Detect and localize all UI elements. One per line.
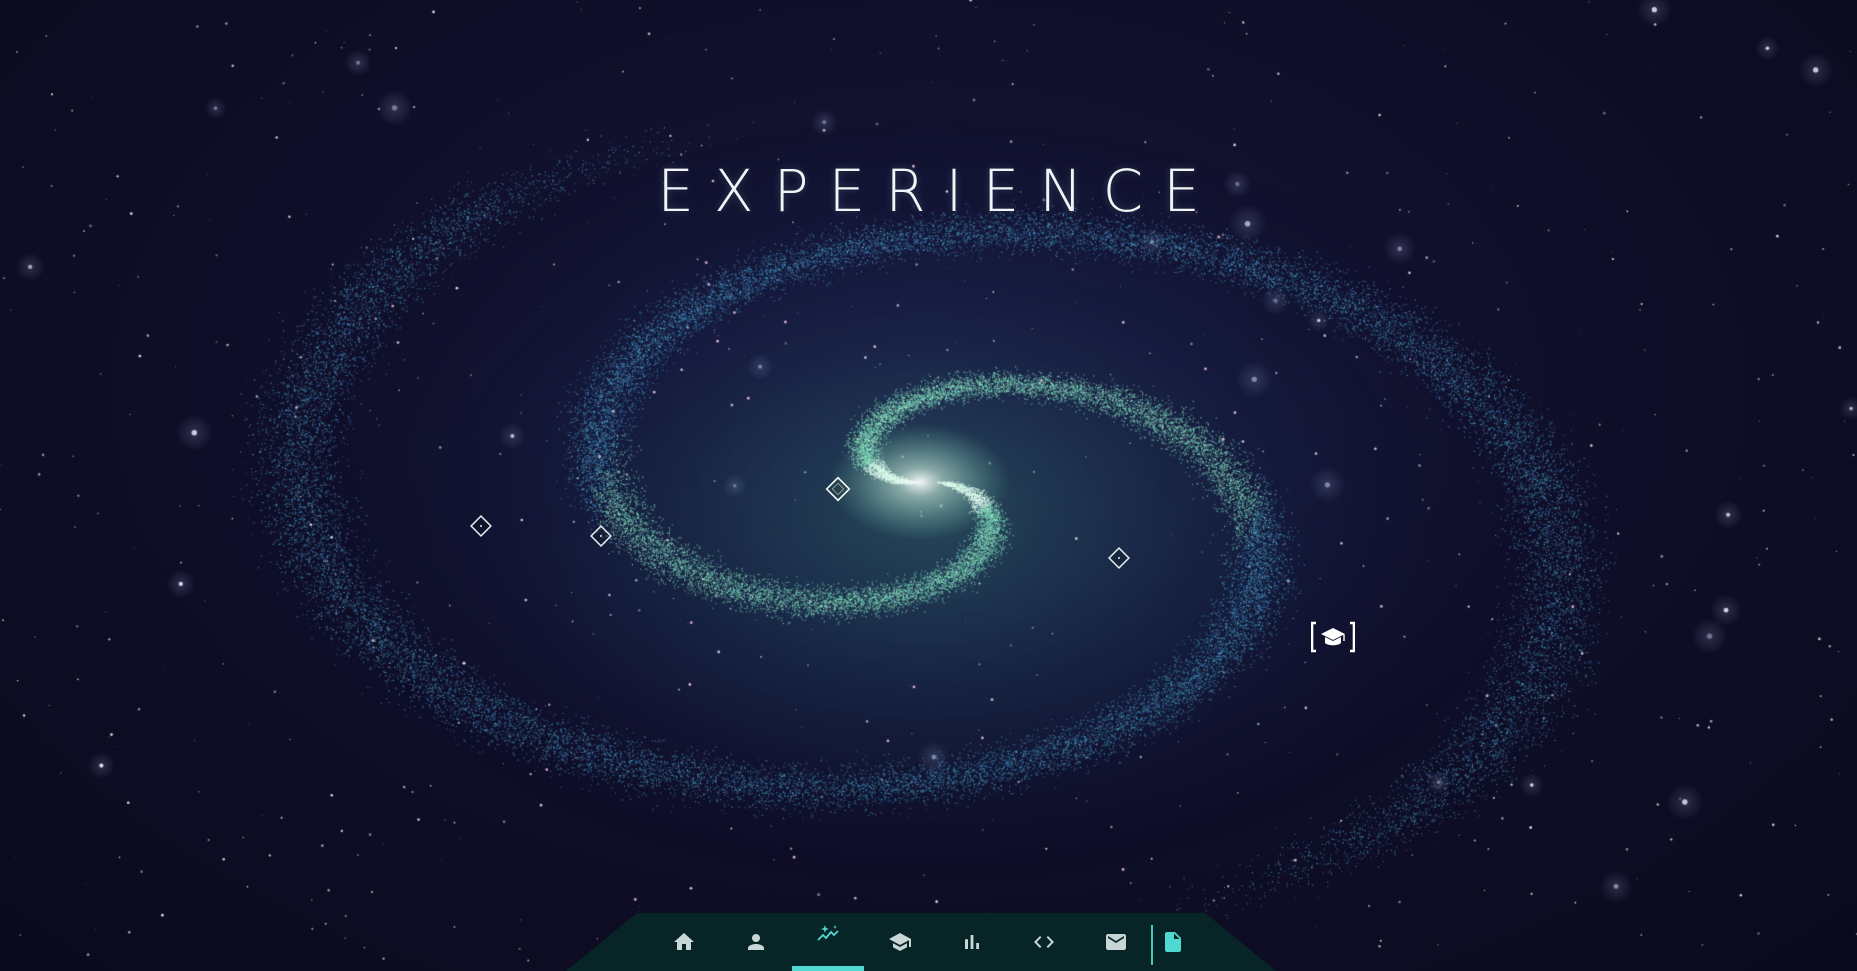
nav-about[interactable] (720, 913, 792, 971)
experience-marker[interactable] (824, 475, 852, 503)
diamond-icon (470, 515, 492, 537)
document-icon (1165, 932, 1181, 952)
home-icon (674, 933, 694, 950)
bottom-navbar (566, 913, 1276, 971)
nav-projects[interactable] (1008, 913, 1080, 971)
graduation-cap-icon (889, 933, 911, 951)
nav-experience[interactable] (792, 913, 864, 971)
experience-marker[interactable] (469, 514, 493, 538)
sparkle-chart-icon (817, 925, 839, 941)
experience-marker[interactable] (1107, 546, 1131, 570)
experience-marker[interactable] (589, 524, 613, 548)
galaxy-scene: EXPERIENCE (0, 0, 1857, 971)
nav-skills[interactable] (936, 913, 1008, 971)
page-title: EXPERIENCE (657, 156, 1220, 225)
education-marker[interactable] (1310, 620, 1356, 654)
diamond-icon (1108, 547, 1130, 569)
nav-education[interactable] (864, 913, 936, 971)
person-icon (748, 934, 764, 950)
mail-icon (1106, 934, 1126, 950)
diamond-icon (590, 525, 612, 547)
nav-resume[interactable] (1137, 913, 1209, 971)
diamond-icon (825, 476, 851, 502)
graduation-cap-icon (1310, 621, 1356, 653)
nav-home[interactable] (648, 913, 720, 971)
galaxy-canvas (0, 0, 1857, 971)
code-icon (1034, 936, 1054, 948)
bar-chart-icon (965, 935, 979, 949)
